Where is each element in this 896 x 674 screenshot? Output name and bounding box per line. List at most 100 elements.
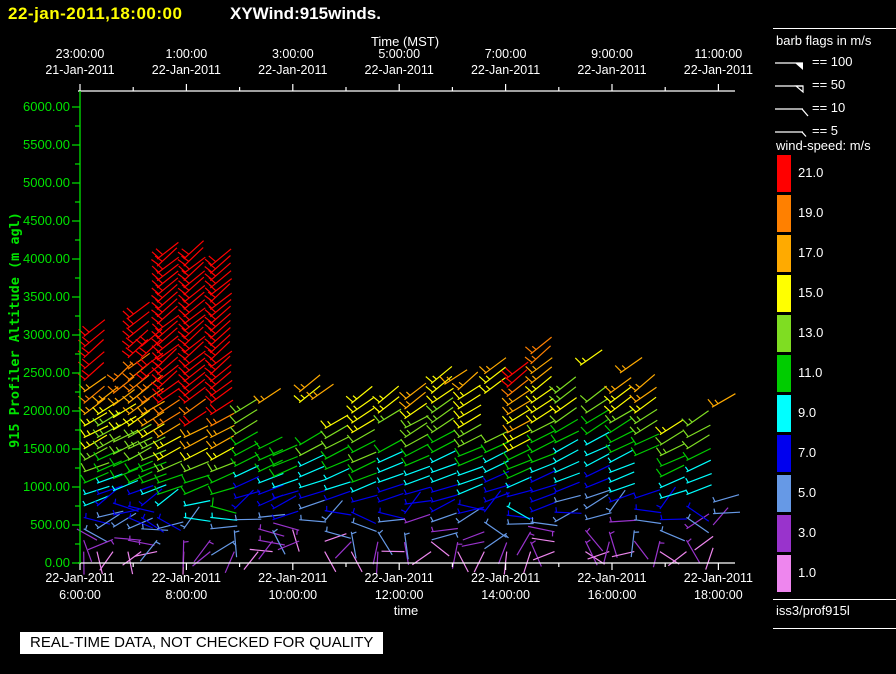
station-divider-bottom: [773, 628, 896, 629]
wind-barb: [630, 444, 660, 457]
wind-barb: [152, 435, 182, 450]
wind-barb: [429, 472, 457, 483]
wind-barb: [580, 419, 609, 436]
colorbar-swatch: [777, 555, 791, 592]
wind-barb: [323, 481, 351, 491]
wind-barb: [254, 448, 284, 461]
wind-barb: [527, 452, 557, 464]
wind-barb: [324, 533, 347, 542]
wind-barb: [605, 489, 626, 513]
wind-barb: [268, 444, 298, 457]
wind-barb: [659, 514, 687, 521]
wind-barb: [253, 387, 282, 404]
wind-barb: [210, 512, 238, 521]
wind-barb: [429, 450, 456, 464]
y-axis-tick-label: 4500.00: [23, 213, 70, 228]
wind-barb: [350, 494, 378, 503]
y-axis-tick-label: 2500.00: [23, 365, 70, 380]
wind-barb: [192, 551, 211, 567]
wind-barb: [109, 468, 139, 480]
wind-barb: [454, 455, 483, 467]
wind-barb: [505, 489, 533, 498]
wind-barb: [91, 386, 119, 404]
wind-barb: [79, 425, 109, 439]
colorbar-value-label: 11.0: [798, 365, 823, 380]
colorbar-swatch: [777, 435, 791, 472]
top-axis-tick-date: 22-Jan-2011: [258, 63, 328, 77]
wind-barb: [608, 482, 635, 493]
colorbar-swatch: [777, 355, 791, 392]
colorbar-value-label: 13.0: [798, 325, 824, 340]
wind-barb: [254, 459, 283, 473]
wind-barb: [321, 458, 350, 471]
wind-barb: [404, 498, 432, 505]
y-axis-tick-label: 3500.00: [23, 289, 70, 304]
wind-barb: [179, 447, 209, 461]
wind-barb: [686, 502, 710, 522]
wind-barb: [529, 483, 557, 493]
top-axis-tick-date: 22-Jan-2011: [470, 63, 541, 77]
colorbar-swatch: [777, 155, 791, 192]
wind-barb: [205, 399, 234, 416]
wind-profiler-window: 22-jan-2011,18:00:00 XYWind:915winds. Ti…: [0, 0, 896, 674]
wind-barb: [179, 435, 208, 450]
wind-barb: [229, 419, 258, 436]
wind-barb: [151, 305, 178, 325]
wind-barb: [193, 539, 214, 563]
top-axis-tick-time: 9:00:00: [591, 47, 633, 61]
wind-barb: [320, 424, 349, 440]
wind-barb: [298, 499, 325, 510]
colorbar-value-label: 19.0: [798, 205, 824, 220]
wind-barb: [502, 438, 531, 452]
wind-barb: [178, 410, 207, 427]
wind-barb: [376, 492, 404, 503]
y-axis-tick-label: 3000.00: [23, 327, 70, 342]
wind-barb: [483, 484, 511, 493]
wind-barb: [399, 382, 427, 401]
wind-barb: [224, 551, 235, 574]
wind-barb: [180, 483, 209, 496]
wind-barb: [658, 476, 685, 489]
wind-barb: [431, 532, 459, 541]
bottom-axis-tick-date: 22-Jan-2011: [683, 571, 754, 585]
wind-barb: [153, 460, 183, 473]
wind-barb: [271, 478, 299, 489]
colorbar-swatch: [777, 475, 791, 512]
wind-barb: [350, 531, 357, 559]
wind-barb: [608, 530, 618, 558]
barb-legend-entry-label: == 5: [812, 123, 839, 138]
y-axis-tick-label: 5000.00: [23, 175, 70, 190]
colorbar-value-label: 17.0: [798, 245, 824, 260]
wind-barb: [614, 357, 643, 374]
wind-barb: [430, 512, 457, 523]
wind-barb: [152, 399, 180, 416]
colorbar-title: wind-speed: m/s: [776, 138, 871, 153]
bottom-axis-tick-time: 6:00:00: [59, 588, 101, 602]
bottom-axis-tick-time: 18:00:00: [694, 588, 743, 602]
wind-barb: [376, 461, 404, 474]
wind-barb: [604, 377, 632, 394]
wind-barb: [506, 519, 534, 525]
wind-barb: [630, 530, 640, 558]
wind-barb: [298, 479, 326, 489]
header-datetime: 22-jan-2011,18:00:00: [8, 4, 183, 23]
wind-barb: [553, 494, 581, 503]
wind-barb: [607, 471, 635, 483]
wind-barb: [297, 465, 325, 478]
wind-barb: [456, 465, 484, 477]
wind-barb: [553, 481, 580, 493]
wind-barb: [323, 490, 351, 501]
wind-barb: [583, 464, 610, 478]
bottom-axis-tick-date: 22-Jan-2011: [470, 571, 541, 585]
wind-barb: [525, 336, 552, 355]
wind-barb: [553, 460, 580, 474]
wind-barb: [457, 506, 485, 515]
wind-barb: [180, 474, 210, 484]
wind-barb: [630, 433, 660, 446]
colorbar-value-label: 5.0: [798, 485, 817, 500]
wind-barb: [112, 498, 139, 512]
wind-barb: [430, 484, 458, 493]
top-axis-tick-time: 3:00:00: [271, 47, 314, 61]
wind-barb: [451, 371, 479, 391]
bottom-axis-tick-time: 10:00:00: [268, 588, 318, 602]
